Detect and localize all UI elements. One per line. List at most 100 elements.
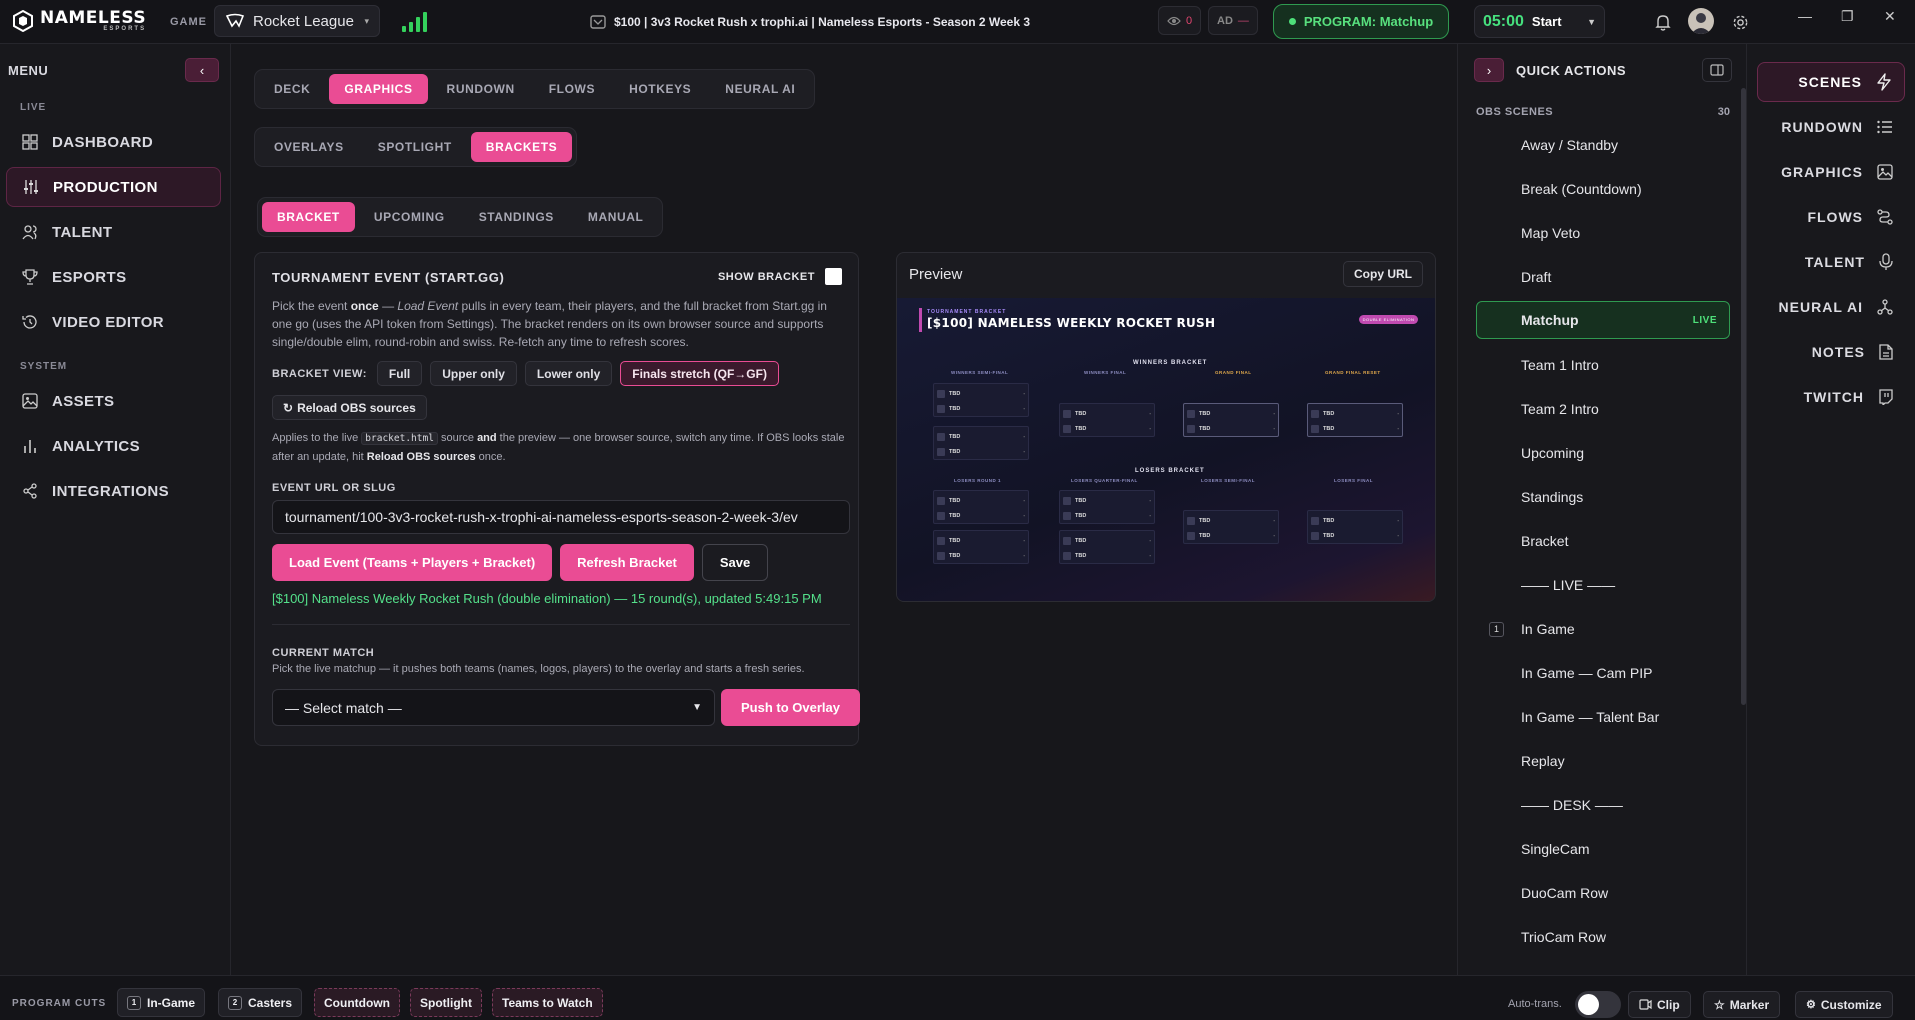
sidebar-item-integrations[interactable]: INTEGRATIONS bbox=[6, 471, 221, 511]
tab-hotkeys[interactable]: HOTKEYS bbox=[614, 74, 706, 104]
sidebar-item-video-editor[interactable]: VIDEO EDITOR bbox=[6, 302, 221, 342]
scene-item[interactable]: Upcoming bbox=[1476, 434, 1730, 472]
scene-item[interactable]: SingleCam bbox=[1476, 830, 1730, 868]
collapse-sidebar-button[interactable]: ‹ bbox=[185, 58, 219, 82]
note-text: once. bbox=[475, 451, 506, 463]
sidebar-item-esports[interactable]: ESPORTS bbox=[6, 257, 221, 297]
tab-overlays[interactable]: OVERLAYS bbox=[259, 132, 359, 162]
restore-icon[interactable]: ❐ bbox=[1841, 8, 1854, 25]
view-upper-button[interactable]: Upper only bbox=[430, 361, 517, 386]
right-nav-label: TALENT bbox=[1804, 254, 1865, 270]
clip-button[interactable]: Clip bbox=[1628, 991, 1691, 1018]
team-score: - bbox=[1023, 449, 1025, 455]
gear-icon[interactable] bbox=[1728, 10, 1752, 34]
team-score: - bbox=[1397, 533, 1399, 539]
scene-item[interactable]: Standings bbox=[1476, 478, 1730, 516]
team-name: TBD bbox=[1199, 518, 1211, 524]
sidebar-item-production[interactable]: PRODUCTION bbox=[6, 167, 221, 207]
tab-bracket[interactable]: BRACKET bbox=[262, 202, 355, 232]
tab-deck[interactable]: DECK bbox=[259, 74, 325, 104]
scene-item[interactable]: Replay bbox=[1476, 742, 1730, 780]
scene-item[interactable]: —— LIVE —— bbox=[1476, 566, 1730, 604]
scene-item[interactable]: Team 1 Intro bbox=[1476, 346, 1730, 384]
scene-item[interactable]: TrioCam Row bbox=[1476, 918, 1730, 956]
tab-standings[interactable]: STANDINGS bbox=[464, 202, 569, 232]
timer-dropdown-icon[interactable]: ▼ bbox=[1587, 17, 1596, 27]
view-finals-button[interactable]: Finals stretch (QF→GF) bbox=[620, 361, 779, 386]
tab-upcoming[interactable]: UPCOMING bbox=[359, 202, 460, 232]
right-nav-graphics[interactable]: GRAPHICS bbox=[1757, 152, 1905, 192]
scene-item[interactable]: —— DESK —— bbox=[1476, 786, 1730, 824]
marker-button[interactable]: ☆ Marker bbox=[1703, 991, 1781, 1018]
tab-flows[interactable]: FLOWS bbox=[534, 74, 610, 104]
cut-teams-to-watch[interactable]: Teams to Watch bbox=[492, 988, 603, 1017]
tab-brackets[interactable]: BRACKETS bbox=[470, 132, 573, 162]
countdown-timer[interactable]: 05:00 Start ▼ bbox=[1474, 5, 1605, 38]
tab-spotlight[interactable]: SPOTLIGHT bbox=[363, 132, 467, 162]
panel-toggle-icon[interactable] bbox=[1702, 58, 1732, 82]
cut-countdown[interactable]: Countdown bbox=[314, 988, 400, 1017]
ad-status[interactable]: AD — bbox=[1208, 6, 1258, 35]
right-nav-scenes[interactable]: SCENES bbox=[1757, 62, 1905, 102]
match-select[interactable]: — Select match — ▼ bbox=[272, 689, 715, 726]
view-lower-button[interactable]: Lower only bbox=[524, 361, 613, 386]
marker-label: Marker bbox=[1729, 997, 1770, 1012]
auto-transition-toggle[interactable] bbox=[1575, 991, 1621, 1018]
show-bracket-checkbox[interactable] bbox=[825, 268, 842, 285]
timer-start-button[interactable]: Start bbox=[1532, 14, 1562, 29]
scene-item[interactable]: In Game — Talent Bar bbox=[1476, 698, 1730, 736]
scene-item[interactable]: Matchup LIVE bbox=[1476, 301, 1730, 339]
customize-button[interactable]: ⚙ Customize bbox=[1795, 991, 1893, 1018]
close-icon[interactable]: ✕ bbox=[1884, 8, 1896, 25]
cut-in-game[interactable]: 1 In-Game bbox=[117, 988, 206, 1017]
nameless-logo[interactable]: NAMELESS ESPORTS bbox=[12, 9, 146, 32]
hotkey-badge: 1 bbox=[127, 995, 141, 1010]
load-event-button[interactable]: Load Event (Teams + Players + Bracket) bbox=[272, 544, 553, 581]
scene-item[interactable]: In Game — Cam PIP bbox=[1476, 654, 1730, 692]
cut-casters[interactable]: 2 Casters bbox=[218, 988, 303, 1017]
view-full-button[interactable]: Full bbox=[376, 361, 423, 386]
copy-url-button[interactable]: Copy URL bbox=[1343, 261, 1423, 287]
round-header: GRAND FINAL RESET bbox=[1325, 370, 1381, 375]
right-nav-rundown[interactable]: RUNDOWN bbox=[1757, 107, 1905, 147]
minimize-icon[interactable]: — bbox=[1798, 8, 1812, 24]
sidebar-item-assets[interactable]: ASSETS bbox=[6, 381, 221, 421]
cut-spotlight[interactable]: Spotlight bbox=[410, 988, 482, 1017]
save-button[interactable]: Save bbox=[701, 544, 769, 581]
tab-neural-ai[interactable]: NEURAL AI bbox=[710, 74, 810, 104]
right-nav-neural-ai[interactable]: NEURAL AI bbox=[1757, 287, 1905, 327]
refresh-bracket-button[interactable]: Refresh Bracket bbox=[560, 544, 694, 581]
scene-item[interactable]: Bracket bbox=[1476, 522, 1730, 560]
tab-rundown[interactable]: RUNDOWN bbox=[432, 74, 530, 104]
push-to-overlay-button[interactable]: Push to Overlay bbox=[721, 689, 860, 726]
scene-list-scrollbar[interactable] bbox=[1741, 88, 1746, 705]
tab-manual[interactable]: MANUAL bbox=[573, 202, 659, 232]
program-status[interactable]: PROGRAM: Matchup bbox=[1273, 4, 1449, 39]
scene-item[interactable]: Away / Standby bbox=[1476, 126, 1730, 164]
expand-quick-actions-button[interactable]: › bbox=[1474, 58, 1504, 82]
avatar[interactable] bbox=[1688, 8, 1714, 34]
right-nav-talent[interactable]: TALENT bbox=[1757, 242, 1905, 282]
bracket-match: TBD - TBD - bbox=[1183, 403, 1279, 437]
live-section-label: LIVE bbox=[20, 102, 47, 113]
scene-item[interactable]: Team 2 Intro bbox=[1476, 390, 1730, 428]
sidebar-item-dashboard[interactable]: DASHBOARD bbox=[6, 122, 221, 162]
scene-item[interactable]: DuoCam Row bbox=[1476, 874, 1730, 912]
scene-item[interactable]: 1 In Game bbox=[1476, 610, 1730, 648]
event-url-input[interactable] bbox=[272, 500, 850, 534]
reload-obs-button[interactable]: ↻ Reload OBS sources bbox=[272, 395, 427, 420]
scene-item[interactable]: Draft bbox=[1476, 258, 1730, 296]
game-select[interactable]: Rocket League ▾ bbox=[214, 5, 380, 37]
show-bracket-toggle[interactable]: SHOW BRACKET bbox=[718, 268, 842, 285]
scene-item[interactable]: Break (Countdown) bbox=[1476, 170, 1730, 208]
team-score: - bbox=[1397, 518, 1399, 524]
right-nav-notes[interactable]: NOTES bbox=[1757, 332, 1905, 372]
game-label: GAME bbox=[170, 16, 207, 28]
bell-icon[interactable] bbox=[1651, 10, 1675, 34]
sidebar-item-talent[interactable]: TALENT bbox=[6, 212, 221, 252]
sidebar-item-analytics[interactable]: ANALYTICS bbox=[6, 426, 221, 466]
scene-item[interactable]: Map Veto bbox=[1476, 214, 1730, 252]
tab-graphics[interactable]: GRAPHICS bbox=[329, 74, 428, 104]
right-nav-twitch[interactable]: TWITCH bbox=[1757, 377, 1905, 417]
right-nav-flows[interactable]: FLOWS bbox=[1757, 197, 1905, 237]
